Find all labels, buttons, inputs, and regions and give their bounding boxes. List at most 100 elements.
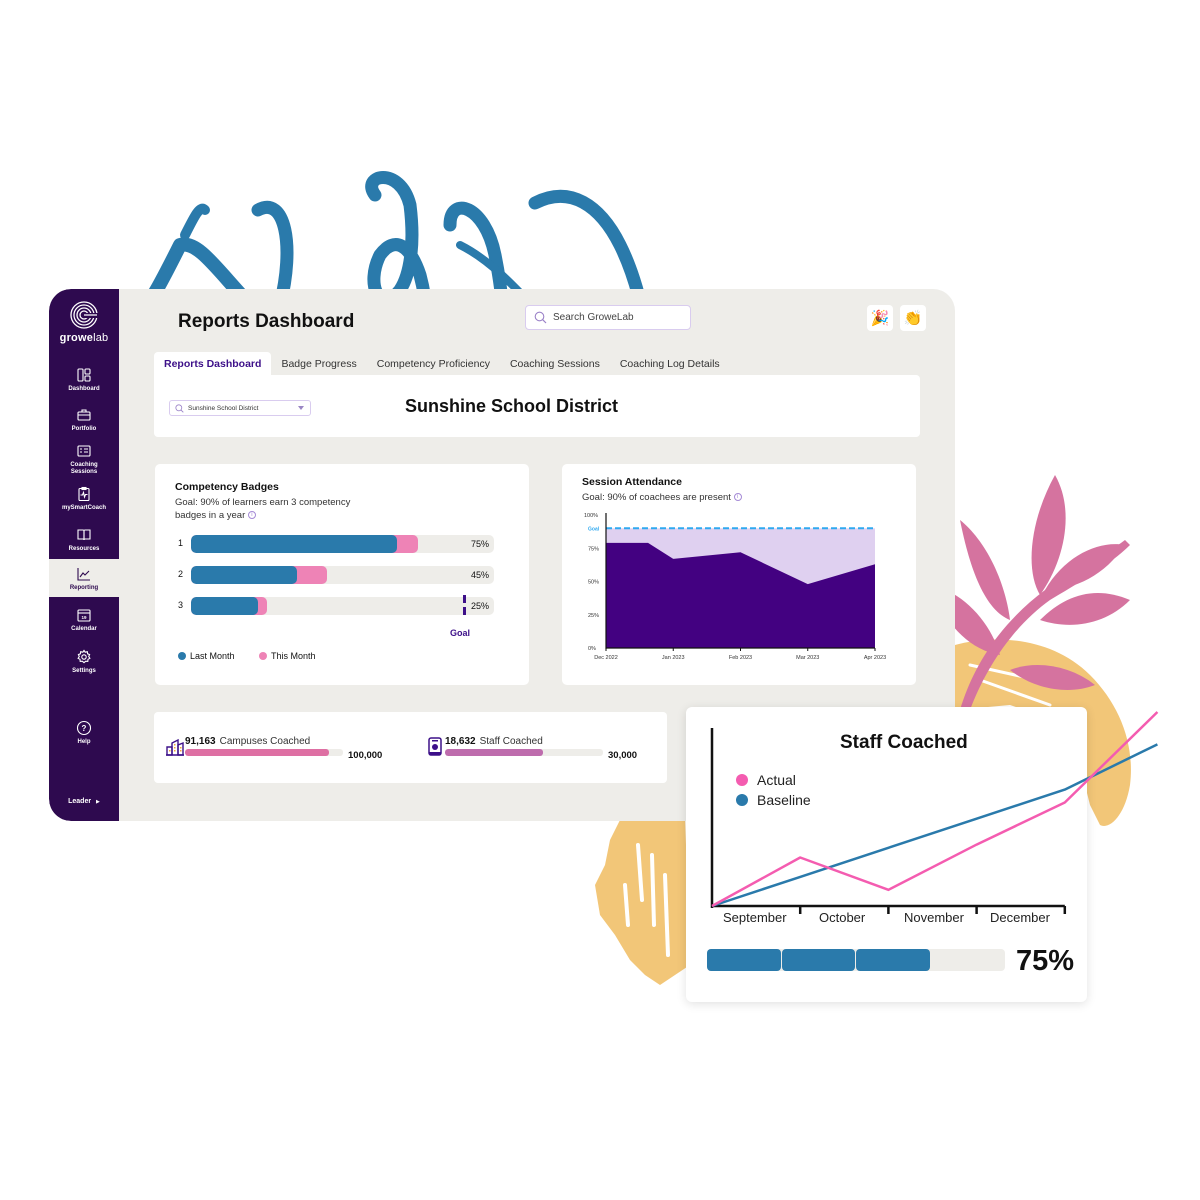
progress-segment bbox=[707, 949, 781, 971]
stat-value: 18,632 bbox=[445, 736, 476, 747]
chevron-down-icon bbox=[298, 406, 304, 410]
brand-name-bold: growe bbox=[59, 332, 94, 344]
party-popper-button[interactable]: 🎉 bbox=[867, 305, 893, 331]
district-select[interactable]: Sunshine School District bbox=[169, 400, 311, 416]
sidebar-item-label: Portfolio bbox=[71, 426, 97, 432]
page-title: Reports Dashboard bbox=[178, 311, 355, 332]
staff-progress-fill bbox=[445, 749, 544, 756]
bar-track: 75% bbox=[191, 535, 494, 553]
role-switcher[interactable]: Leader ▶ bbox=[49, 798, 119, 805]
bar-track: 25% bbox=[191, 597, 494, 615]
bar-label: 3 bbox=[178, 600, 184, 610]
goal-marker bbox=[462, 595, 466, 603]
sidebar-item-help[interactable]: ? Help bbox=[49, 720, 119, 746]
tab-competency-proficiency[interactable]: Competency Proficiency bbox=[367, 352, 500, 375]
sidebar-item-portfolio[interactable]: Portfolio bbox=[49, 407, 119, 433]
session-attendance-chart: Goal 0% 25% 50% 75% 100% Dec 2022 Jan 2023 Feb 2… bbox=[584, 513, 886, 661]
sidebar-item-label: Calendar bbox=[71, 626, 97, 632]
calendar-day: 19 bbox=[81, 615, 87, 620]
x-tick-label: Jan 2023 bbox=[662, 655, 685, 661]
checklist-icon bbox=[77, 445, 91, 457]
session-attendance-card: Session Attendance Goal: 90% of coachees… bbox=[562, 464, 916, 685]
legend-actual: Actual bbox=[736, 772, 796, 788]
legend-dot-last-month bbox=[178, 652, 186, 660]
district-title: Sunshine School District bbox=[405, 396, 619, 416]
svg-text:?: ? bbox=[82, 724, 87, 733]
campuses-progress-bar bbox=[185, 749, 343, 756]
sidebar-item-reporting[interactable]: Reporting bbox=[49, 559, 119, 597]
sidebar-item-label: Reporting bbox=[69, 585, 99, 591]
dashboard-icon bbox=[77, 368, 91, 382]
gear-icon bbox=[77, 649, 91, 664]
badge-bar-row: 1 75% bbox=[155, 535, 515, 553]
bar-percent: 25% bbox=[470, 601, 489, 611]
x-tick-label: December bbox=[990, 910, 1050, 925]
staff-progress-percent: 75% bbox=[1016, 945, 1075, 977]
caret-right-icon: ▶ bbox=[96, 799, 100, 805]
clapping-hands-button[interactable]: 👏 bbox=[900, 305, 926, 331]
briefcase-icon bbox=[77, 409, 91, 421]
tab-coaching-log-details[interactable]: Coaching Log Details bbox=[610, 352, 730, 375]
bar-last-month bbox=[191, 597, 258, 615]
bar-percent: 45% bbox=[470, 570, 489, 580]
search-icon bbox=[534, 311, 547, 324]
search-placeholder: Search GroweLab bbox=[553, 312, 634, 323]
bar-percent: 75% bbox=[470, 539, 489, 549]
calendar-icon: 19 bbox=[77, 609, 91, 622]
coaching-stats-card: 91,163 Campuses Coached 100,000 18,632 Sta… bbox=[154, 712, 667, 783]
tab-coaching-sessions[interactable]: Coaching Sessions bbox=[500, 352, 610, 375]
legend-label: Baseline bbox=[757, 792, 811, 808]
progress-segment bbox=[856, 949, 930, 971]
clipboard-pulse-icon bbox=[78, 486, 90, 502]
sidebar-item-resources[interactable]: Resources bbox=[49, 527, 119, 553]
badge-bar-row: 3 25% bbox=[155, 597, 515, 615]
goal-marker bbox=[462, 607, 466, 615]
staff-progress-bar bbox=[445, 749, 603, 756]
progress-segment bbox=[781, 949, 855, 971]
x-tick-label: Apr 2023 bbox=[864, 655, 886, 661]
sidebar-item-label: mySmartCoach bbox=[61, 505, 106, 511]
x-tick-label: October bbox=[819, 910, 866, 925]
book-icon bbox=[77, 529, 91, 541]
tab-badge-progress[interactable]: Badge Progress bbox=[271, 352, 366, 375]
bar-last-month bbox=[191, 535, 398, 553]
goal-label: Goal bbox=[450, 628, 471, 638]
x-tick-label: Feb 2023 bbox=[729, 655, 752, 661]
search-icon bbox=[175, 403, 184, 413]
clapping-hands-icon: 👏 bbox=[903, 310, 923, 327]
sidebar-item-label: Settings bbox=[72, 668, 96, 674]
sidebar-item-mysmartcoach[interactable]: mySmartCoach bbox=[49, 486, 119, 512]
legend-baseline: Baseline bbox=[736, 792, 811, 808]
legend-label: Actual bbox=[757, 772, 796, 788]
brand-name-light: lab bbox=[93, 332, 109, 344]
growelab-logo[interactable]: growelab bbox=[49, 301, 119, 344]
subtitle-line-2: badges in a year bbox=[175, 510, 246, 521]
stat-name: Campuses Coached bbox=[219, 736, 311, 747]
party-popper-icon: 🎉 bbox=[870, 310, 890, 327]
search-input[interactable]: Search GroweLab bbox=[525, 305, 691, 330]
y-tick-label: 100% bbox=[584, 513, 598, 519]
competency-badges-card: Competency Badges Goal: 90% of learners … bbox=[155, 464, 529, 685]
bar-label: 1 bbox=[178, 538, 184, 548]
role-label: Leader bbox=[68, 798, 92, 805]
legend-last-month: Last Month bbox=[178, 651, 235, 661]
sidebar-item-dashboard[interactable]: Dashboard bbox=[49, 367, 119, 393]
help-icon: ? bbox=[76, 720, 92, 736]
sidebar-item-settings[interactable]: Settings bbox=[49, 649, 119, 675]
tab-reports-dashboard[interactable]: Reports Dashboard bbox=[154, 352, 272, 375]
bar-track: 45% bbox=[191, 566, 494, 584]
legend-label: Last Month bbox=[190, 651, 235, 661]
stat-name: Staff Coached bbox=[479, 736, 543, 747]
legend-dot-baseline bbox=[736, 794, 748, 806]
bar-label: 2 bbox=[178, 569, 184, 579]
legend-dot-actual bbox=[736, 774, 748, 786]
subtitle-line-1: Goal: 90% of learners earn 3 competency bbox=[175, 497, 351, 508]
district-select-value: Sunshine School District bbox=[188, 404, 259, 412]
goal-line-label: Goal bbox=[588, 526, 600, 532]
pink-leaf-decoration bbox=[930, 475, 1130, 710]
sidebar-item-calendar[interactable]: 19 Calendar bbox=[49, 607, 119, 633]
sidebar-item-label: Dashboard bbox=[68, 386, 100, 392]
info-icon[interactable]: i bbox=[247, 511, 256, 520]
buildings-icon bbox=[166, 738, 184, 756]
sidebar-item-coaching-sessions[interactable]: Coaching Sessions bbox=[49, 443, 119, 476]
